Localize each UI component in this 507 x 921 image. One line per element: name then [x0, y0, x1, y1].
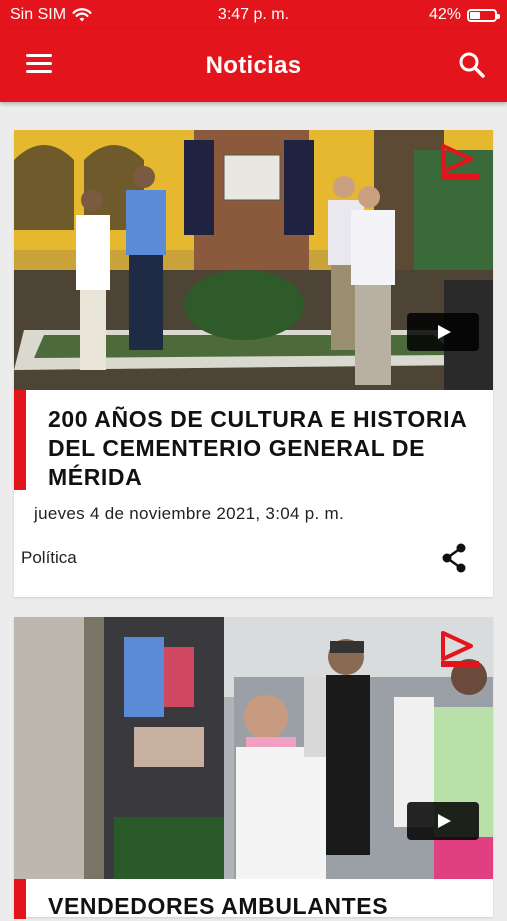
- battery-icon: [467, 8, 500, 22]
- article-date: jueves 4 de noviembre 2021, 3:04 p. m.: [34, 504, 345, 523]
- news-card[interactable]: VENDEDORES AMBULANTES: [14, 617, 493, 919]
- teleplay-logo: [441, 144, 479, 180]
- battery-status: 42%: [428, 6, 500, 24]
- play-video-button[interactable]: [407, 313, 479, 351]
- app-header: Noticias: [0, 30, 507, 102]
- play-video-button[interactable]: [407, 802, 479, 840]
- battery-fill: [470, 11, 480, 19]
- article-photo: [14, 130, 493, 390]
- article-image[interactable]: [14, 130, 493, 390]
- headline-accent-bar: [14, 390, 26, 490]
- article-headline[interactable]: VENDEDORES AMBULANTES: [48, 892, 469, 921]
- article-category[interactable]: Política: [21, 548, 77, 568]
- news-card[interactable]: 200 AÑOS DE CULTURA E HISTORIA DEL CEMEN…: [14, 130, 493, 597]
- search-icon[interactable]: [457, 50, 487, 80]
- teleplay-logo: [441, 631, 479, 667]
- headline-accent-bar: [14, 879, 26, 919]
- share-icon[interactable]: [439, 542, 469, 574]
- battery-percent: 42%: [428, 6, 461, 23]
- article-headline[interactable]: 200 AÑOS DE CULTURA E HISTORIA DEL CEMEN…: [48, 405, 469, 492]
- status-bar: Sin SIM 3:47 p. m. 42%: [0, 0, 507, 30]
- article-image[interactable]: [14, 617, 493, 879]
- page-title: Noticias: [205, 52, 302, 79]
